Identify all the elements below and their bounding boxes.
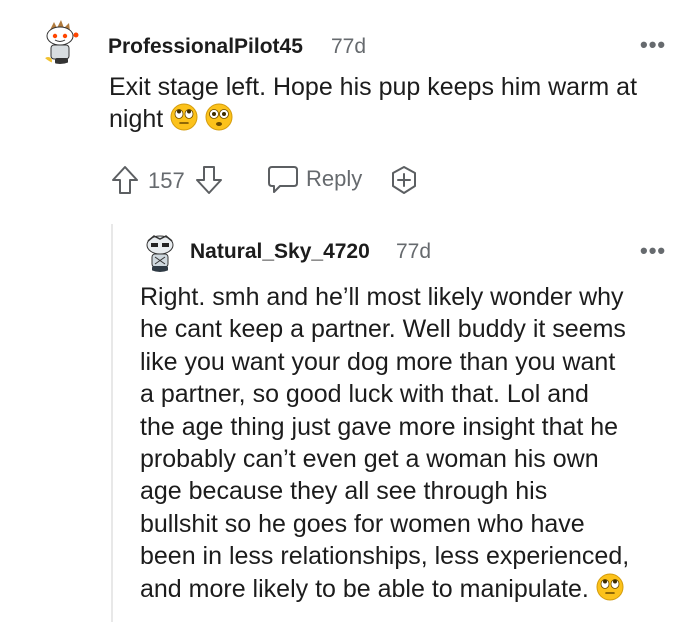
comment-line: the age thing just gave more insight tha… — [140, 412, 619, 441]
arrow-up-icon — [112, 166, 138, 194]
upvote-button[interactable] — [110, 164, 140, 196]
comment-line: he cant keep a partner. Well buddy it se… — [140, 315, 626, 344]
snoo-avatar-icon — [44, 20, 79, 64]
snoo-avatar-icon — [146, 235, 174, 272]
comment-line: age because they all see through his — [140, 477, 548, 506]
thread-line[interactable] — [111, 224, 113, 622]
username[interactable]: ProfessionalPilot45 — [108, 35, 303, 59]
more-options-icon[interactable]: ••• — [640, 240, 666, 262]
user-avatar[interactable] — [140, 232, 180, 272]
downvote-button[interactable] — [194, 164, 224, 196]
comment-age: 77d — [396, 240, 432, 263]
reply-button[interactable]: Reply — [266, 163, 362, 195]
award-button[interactable] — [388, 164, 420, 196]
comment-line: and more likely to be able to manipulate… — [140, 574, 589, 603]
award-plus-icon — [392, 166, 416, 194]
comment-actions: 157 Reply — [0, 160, 700, 200]
comment-line-last: and more likely to be able to manipulate… — [140, 573, 688, 605]
chat-bubble-icon — [268, 166, 298, 193]
comment-line: been in less relationships, less experie… — [140, 542, 630, 571]
comment-line: like you want your dog more than you wan… — [140, 347, 616, 376]
comment-body: Exit stage left. Hope his pup keeps him … — [109, 72, 679, 135]
face-with-rolling-eyes-icon — [596, 573, 624, 601]
comment-line: a partner, so good luck with that. Lol a… — [140, 380, 589, 409]
comment-age: 77d — [331, 35, 367, 58]
comment-line: probably can’t even get a woman his own — [140, 445, 599, 474]
reply-label: Reply — [306, 166, 363, 191]
more-options-icon[interactable]: ••• — [640, 34, 666, 56]
user-avatar[interactable] — [38, 20, 82, 64]
username[interactable]: Natural_Sky_4720 — [190, 240, 370, 264]
face-with-rolling-eyes-icon — [170, 103, 198, 131]
comment-body: Right. smh and he’ll most likely wonder … — [140, 281, 688, 605]
comment-line: bullshit so he goes for women who have — [140, 509, 585, 538]
flushed-face-icon — [205, 103, 233, 131]
comment-line: Right. smh and he’ll most likely wonder … — [140, 283, 624, 311]
arrow-down-icon — [196, 166, 222, 194]
vote-count: 157 — [148, 168, 185, 193]
